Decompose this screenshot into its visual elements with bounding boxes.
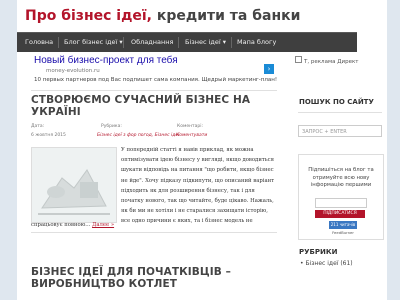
post-title-line: ВИРОБНИЦТВО КОТЛЕТ <box>31 278 178 290</box>
nav-item-home[interactable]: Головна <box>25 33 53 52</box>
search-input[interactable]: ЗАПРОС + ENTER <box>298 125 382 137</box>
ad-arrow-icon[interactable]: › <box>264 64 274 74</box>
read-more-link[interactable]: Далее » <box>92 222 114 228</box>
main-navigation: Головна Блог бізнес ідеї ▾ Обладнання Бі… <box>17 32 357 52</box>
rubric-list-item[interactable]: • Бізнес ідеї (61) <box>300 260 353 267</box>
ad-url[interactable]: money-evolution.ru <box>46 68 100 74</box>
search-widget-title: ПОШУК ПО САЙТУ <box>299 98 374 106</box>
ad-checkbox-icon <box>295 56 302 63</box>
nav-item-ideas[interactable]: Бізнес ідеї ▾ <box>185 33 226 52</box>
thumbnail-image <box>32 148 116 222</box>
ad-description: 10 первых партнеров под Вас подпишет сам… <box>34 77 278 83</box>
post-thumbnail[interactable] <box>31 147 117 223</box>
rubric-label: Рубрика: <box>101 124 122 129</box>
ad-title[interactable]: Новый бизнес-проект для тебя <box>34 55 178 66</box>
subscribe-widget: Підпишіться на блог та отримуйте всю нов… <box>298 154 384 240</box>
ad-side-label[interactable]: Т, реклама Директ <box>295 56 385 66</box>
ad-block[interactable]: Новый бизнес-проект для тебя money-evolu… <box>34 55 278 88</box>
divider <box>31 232 277 233</box>
divider <box>298 112 382 113</box>
post-title-line: СТВОРЮЄМО СУЧАСНИЙ БІЗНЕС НА <box>31 94 251 106</box>
divider <box>31 90 277 91</box>
nav-divider <box>58 37 59 48</box>
nav-item-sitemap[interactable]: Мапа блогу <box>237 33 276 52</box>
nav-divider <box>123 37 124 48</box>
post-excerpt-tail: спрацьовує повною... Далее » <box>31 222 114 228</box>
nav-item-blog[interactable]: Блог бізнес ідеї ▾ <box>64 33 123 52</box>
comments-label: Коментарі: <box>177 124 204 129</box>
post-title-line: УКРАЇНІ <box>31 106 81 118</box>
post-date: 6 жовтня 2015 <box>31 133 66 138</box>
site-title[interactable]: Про бізнес ідеї, кредити та банки <box>25 8 300 24</box>
nav-item-equipment[interactable]: Обладнання <box>131 33 173 52</box>
subscribe-button[interactable]: ПІДПИСАТИСЯ <box>315 210 365 218</box>
date-label: Дата: <box>31 124 45 129</box>
post-title[interactable]: БІЗНЕС ІДЕЇ ДЛЯ ПОЧАТКІВЦІВ – ВИРОБНИЦТВ… <box>31 266 231 290</box>
reader-counter-badge[interactable]: 211 читачів <box>329 221 357 229</box>
post-excerpt: У попередній статті я навів приклад, як … <box>121 147 275 225</box>
site-title-accent: Про бізнес ідеї, <box>25 8 152 24</box>
nav-divider <box>231 37 232 48</box>
ad-side-text: Т, реклама Директ <box>304 59 359 65</box>
post-rubric-link[interactable]: Бізнес ідеї з фор погод, Бізнес ідеї <box>97 133 179 138</box>
rubric-item-label: Бізнес ідеї (61) <box>305 260 353 267</box>
site-title-rest: кредити та банки <box>152 8 301 24</box>
post-title-line: БІЗНЕС ІДЕЇ ДЛЯ ПОЧАТКІВЦІВ – <box>31 266 231 278</box>
rubrics-widget-title: РУБРИКИ <box>299 248 338 256</box>
excerpt-tail-text: спрацьовує повною... <box>31 222 91 228</box>
page: Про бізнес ідеї, кредити та банки Головн… <box>17 0 387 300</box>
comments-link[interactable]: Коментувати <box>176 133 207 138</box>
subscribe-text: Підпишіться на блог та отримуйте всю нов… <box>308 167 374 189</box>
email-field[interactable] <box>315 198 367 208</box>
nav-divider <box>178 37 179 48</box>
post-title[interactable]: СТВОРЮЄМО СУЧАСНИЙ БІЗНЕС НА УКРАЇНІ <box>31 94 250 118</box>
counter-label: FeedBurner <box>332 230 354 235</box>
post-meta: Дата: 6 жовтня 2015 Рубрика: Бізнес ідеї… <box>31 124 277 144</box>
